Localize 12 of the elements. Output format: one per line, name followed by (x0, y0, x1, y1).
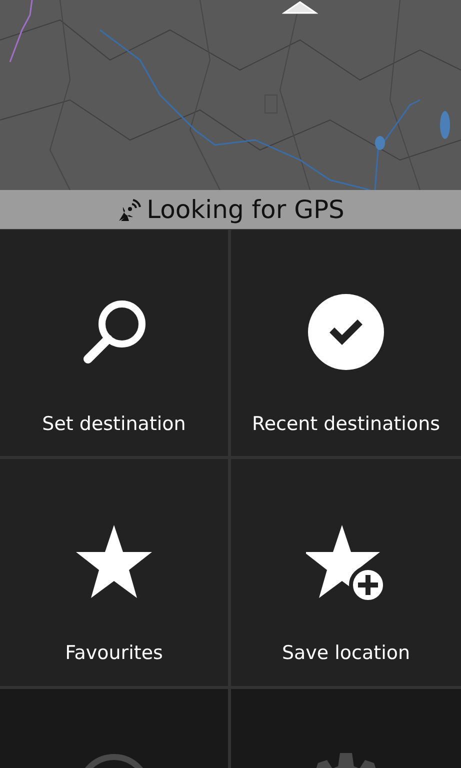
tile-label: Save location (282, 642, 410, 664)
satellite-dish-icon (116, 196, 143, 222)
menu-tile[interactable]: Recent destinations (231, 230, 461, 456)
menu-tile[interactable]: Save location (231, 459, 461, 686)
menu-tile[interactable]: Favourites (0, 459, 228, 686)
status-text: Looking for GPS (146, 195, 344, 224)
menu-tile[interactable]: Set destination (0, 230, 228, 456)
position-marker-icon (282, 0, 318, 14)
tile-label: Recent destinations (252, 413, 440, 435)
tile-label: Set destination (42, 413, 186, 435)
checkmark-circle-icon (306, 292, 386, 372)
tile-label: Favourites (65, 642, 163, 664)
